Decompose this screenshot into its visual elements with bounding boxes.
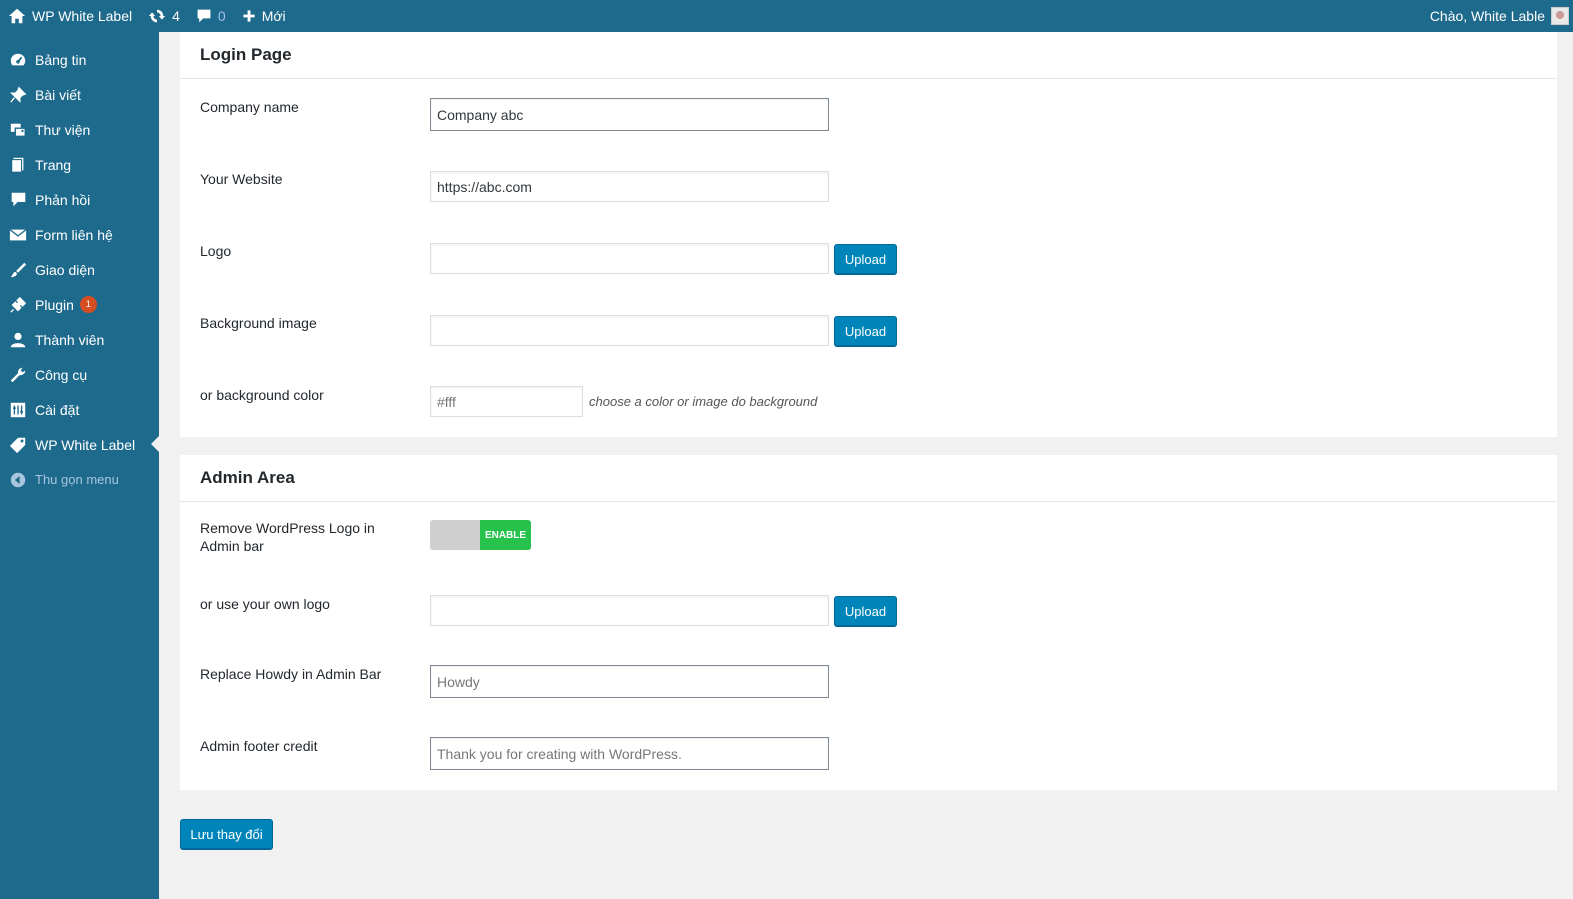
- menu-item-label: Trang: [35, 156, 72, 173]
- menu-item-label: Bài viết: [35, 86, 81, 103]
- logo-label: Logo: [200, 243, 232, 259]
- collapse-menu-button[interactable]: Thu gọn menu: [0, 462, 159, 497]
- menu-item-label: Thành viên: [35, 331, 105, 348]
- collapse-icon: [8, 470, 28, 490]
- background-image-label: Background image: [200, 315, 317, 331]
- menu-item-label: WP White Label: [35, 436, 136, 453]
- login-page-card: Login Page Company name Your Website Log…: [180, 32, 1557, 437]
- toggle-off-side: [430, 520, 480, 550]
- own-logo-upload-button[interactable]: Upload: [834, 596, 897, 626]
- admin-area-card: Admin Area Remove WordPress Logo in Admi…: [180, 455, 1557, 790]
- menu-item-label: Thư viện: [35, 121, 91, 138]
- remove-logo-toggle[interactable]: ENABLE: [430, 520, 531, 550]
- menu-item-contact-form[interactable]: Form liên hệ: [0, 217, 159, 252]
- company-name-label: Company name: [200, 99, 299, 115]
- menu-item-posts[interactable]: Bài viết: [0, 77, 159, 112]
- admin-bar: WP White Label 4 0 Mới Chào, White Lable: [0, 0, 1573, 32]
- settings-icon: [8, 400, 28, 420]
- background-color-input[interactable]: [430, 386, 583, 417]
- menu-item-label: Plugin: [35, 296, 74, 313]
- menu-item-appearance[interactable]: Giao diện: [0, 252, 159, 287]
- greeting: Chào, White Lable: [1429, 8, 1545, 24]
- updates-count: 4: [172, 8, 180, 24]
- plugin-update-badge: 1: [79, 296, 97, 313]
- admin-menu: Bảng tin Bài viết Thư viện Trang Phản hồ…: [0, 32, 159, 899]
- menu-item-users[interactable]: Thành viên: [0, 322, 159, 357]
- home-icon: [8, 8, 26, 24]
- wrench-icon: [8, 365, 28, 385]
- collapse-menu-label: Thu gọn menu: [35, 472, 119, 487]
- own-logo-label: or use your own logo: [200, 596, 330, 612]
- menu-item-plugins[interactable]: Plugin 1: [0, 287, 159, 322]
- new-label: Mới: [261, 8, 286, 24]
- site-name: WP White Label: [32, 8, 133, 24]
- pin-icon: [8, 85, 28, 105]
- menu-item-media[interactable]: Thư viện: [0, 112, 159, 147]
- remove-logo-label: Remove WordPress Logo in Admin bar: [200, 520, 375, 554]
- save-changes-button[interactable]: Lưu thay đổi: [180, 819, 273, 849]
- menu-item-wp-white-label[interactable]: WP White Label: [0, 427, 159, 462]
- menu-item-label: Bảng tin: [35, 51, 87, 68]
- website-label: Your Website: [200, 171, 283, 187]
- my-account[interactable]: Chào, White Lable: [1430, 7, 1573, 25]
- comment-icon: [197, 9, 211, 23]
- media-icon: [8, 120, 28, 140]
- background-color-label: or background color: [200, 387, 324, 403]
- replace-howdy-label: Replace Howdy in Admin Bar: [200, 666, 382, 682]
- menu-item-dashboard[interactable]: Bảng tin: [0, 42, 159, 77]
- page-icon: [8, 155, 28, 175]
- company-name-input[interactable]: [430, 98, 829, 131]
- updates-link[interactable]: 4: [140, 0, 188, 32]
- menu-item-label: Công cụ: [35, 366, 88, 383]
- user-icon: [8, 330, 28, 350]
- plugin-icon: [8, 295, 28, 315]
- menu-item-tools[interactable]: Công cụ: [0, 357, 159, 392]
- site-name-link[interactable]: WP White Label: [0, 0, 140, 32]
- logo-input[interactable]: [430, 243, 829, 274]
- menu-item-label: Phản hồi: [35, 191, 91, 208]
- logo-upload-button[interactable]: Upload: [834, 244, 897, 274]
- replace-howdy-input[interactable]: [430, 665, 829, 698]
- menu-item-label: Giao diện: [35, 261, 95, 278]
- toggle-enable-label: ENABLE: [480, 520, 531, 550]
- admin-area-title: Admin Area: [180, 455, 1557, 502]
- mail-icon: [8, 225, 28, 245]
- brush-icon: [8, 260, 28, 280]
- background-image-upload-button[interactable]: Upload: [834, 316, 897, 346]
- dashboard-icon: [8, 50, 28, 70]
- menu-item-label: Form liên hệ: [35, 226, 113, 243]
- menu-item-comments[interactable]: Phản hồi: [0, 182, 159, 217]
- new-content-link[interactable]: Mới: [234, 0, 294, 32]
- updates-icon: [149, 9, 166, 23]
- avatar: [1551, 7, 1569, 25]
- main-content: Login Page Company name Your Website Log…: [159, 32, 1573, 899]
- background-color-hint: choose a color or image do background: [589, 394, 818, 409]
- plus-icon: [243, 10, 255, 22]
- comments-count: 0: [217, 8, 226, 24]
- footer-credit-label: Admin footer credit: [200, 738, 318, 754]
- comment-icon: [8, 190, 28, 210]
- login-page-title: Login Page: [180, 32, 1557, 79]
- tag-icon: [8, 435, 28, 455]
- background-image-input[interactable]: [430, 315, 829, 346]
- website-input[interactable]: [430, 171, 829, 202]
- menu-item-settings[interactable]: Cài đặt: [0, 392, 159, 427]
- own-logo-input[interactable]: [430, 595, 829, 626]
- comments-link[interactable]: 0: [188, 0, 234, 32]
- menu-item-pages[interactable]: Trang: [0, 147, 159, 182]
- menu-item-label: Cài đặt: [35, 401, 80, 418]
- footer-credit-input[interactable]: [430, 737, 829, 770]
